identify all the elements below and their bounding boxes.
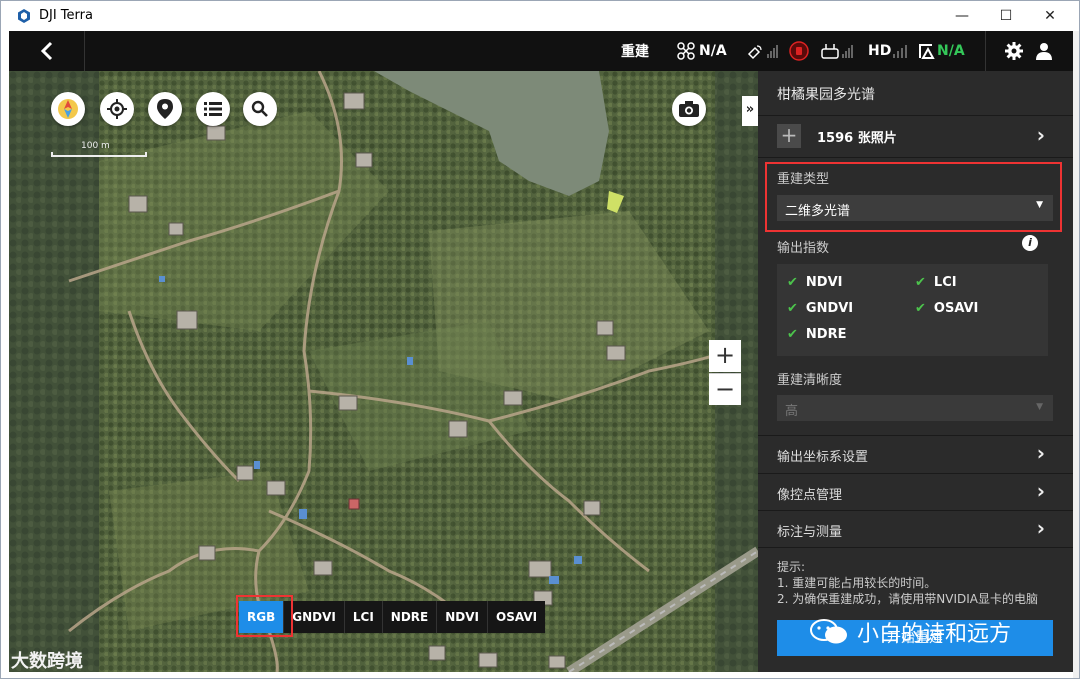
chevron-right-icon: › <box>1036 516 1045 540</box>
locate-button[interactable] <box>100 92 134 126</box>
check-icon: ✔ <box>787 301 798 316</box>
mode-lci[interactable]: LCI <box>345 601 383 633</box>
map-pin-icon <box>157 99 173 119</box>
chevron-left-icon <box>40 41 52 61</box>
recon-type-highlight-box <box>765 162 1062 232</box>
window-title: DJI Terra <box>39 8 93 23</box>
tip-line: 2. 为确保重建成功，请使用带NVIDIA显卡的电脑 <box>777 592 1038 606</box>
annotation-measure-row[interactable]: 标注与测量 › <box>758 511 1073 548</box>
drone-icon <box>677 42 695 60</box>
photo-row[interactable]: + 1596 张照片 › <box>758 115 1073 157</box>
mode-ndvi[interactable]: NDVI <box>437 601 488 633</box>
aerial-map[interactable]: 100 m » + − RGB GNDVI LCI NDRE NDVI OSAV… <box>9 71 758 672</box>
mode-ndre[interactable]: NDRE <box>383 601 438 633</box>
check-icon: ✔ <box>915 275 926 290</box>
screenshot-button[interactable] <box>672 92 706 126</box>
mode-osavi[interactable]: OSAVI <box>488 601 545 633</box>
close-button[interactable]: ✕ <box>1027 1 1073 31</box>
chevron-right-icon: › <box>1036 479 1045 503</box>
drone-status: N/A <box>699 43 727 59</box>
list-button[interactable] <box>196 92 230 126</box>
pin-button[interactable] <box>148 92 182 126</box>
satellite-signal-icon <box>747 45 778 60</box>
index-gndvi[interactable]: ✔ GNDVI <box>787 301 853 316</box>
gear-icon <box>1005 42 1023 60</box>
gcp-management-row[interactable]: 像控点管理 › <box>758 474 1073 511</box>
search-button[interactable] <box>243 92 277 126</box>
chevron-right-icon: › <box>1036 441 1045 465</box>
mode-gndvi[interactable]: GNDVI <box>284 601 345 633</box>
watermark-right: 小白的诗和远方 <box>809 616 1011 648</box>
title-bar: DJI Terra — ☐ ✕ <box>1 1 1079 31</box>
check-icon: ✔ <box>915 301 926 316</box>
back-button[interactable] <box>9 31 85 71</box>
app-toolbar: 重建 N/A HD N/A <box>9 31 1073 71</box>
collapse-panel-button[interactable]: » <box>742 96 758 126</box>
compass-button[interactable] <box>51 92 85 126</box>
outer-scrollbar[interactable] <box>1073 31 1079 678</box>
info-icon[interactable]: i <box>1022 235 1038 251</box>
output-index-label: 输出指数 <box>777 241 830 256</box>
caret-down-icon: ▼ <box>1036 402 1043 412</box>
gcp-management-label: 像控点管理 <box>777 488 843 503</box>
check-icon: ✔ <box>787 275 798 290</box>
toolbar-divider <box>985 31 986 71</box>
index-osavi[interactable]: ✔ OSAVI <box>915 301 978 316</box>
zoom-out-button[interactable]: − <box>709 373 741 405</box>
minimize-button[interactable]: — <box>939 1 985 31</box>
list-icon <box>204 102 222 116</box>
add-photos-button[interactable]: + <box>777 124 801 148</box>
compass-icon <box>58 99 78 119</box>
crosshair-icon <box>107 99 127 119</box>
hd-label: HD <box>868 43 892 59</box>
index-lci[interactable]: ✔ LCI <box>915 275 957 290</box>
definition-value: 高 <box>785 404 799 419</box>
photo-count: 1596 张照片 <box>817 131 897 146</box>
maximize-button[interactable]: ☐ <box>983 1 1029 31</box>
index-ndvi[interactable]: ✔ NDVI <box>787 275 842 290</box>
watermark-left: 大数跨境 <box>11 647 83 673</box>
user-icon <box>1036 43 1052 60</box>
remote-controller-icon <box>821 44 853 59</box>
dji-terra-logo-icon <box>18 9 30 23</box>
tips-title: 提示: <box>777 560 806 574</box>
index-list: ✔ NDVI ✔ LCI ✔ GNDVI ✔ OSAVI ✔ NDRE <box>777 264 1048 356</box>
definition-select[interactable]: 高 ▼ <box>777 395 1053 421</box>
app-window: DJI Terra — ☐ ✕ 重建 N/A HD N/A 100 m » + … <box>0 0 1080 679</box>
hd-signal-icon <box>893 45 908 58</box>
annotation-measure-label: 标注与测量 <box>777 525 843 540</box>
coordinate-settings-row[interactable]: 输出坐标系设置 › <box>758 436 1073 473</box>
camera-icon <box>679 101 699 117</box>
index-ndre[interactable]: ✔ NDRE <box>787 327 846 342</box>
definition-label: 重建清晰度 <box>777 373 843 388</box>
check-icon: ✔ <box>787 327 798 342</box>
watermark-right-text: 小白的诗和远方 <box>857 622 1012 647</box>
tip-line: 1. 重建可能占用较长的时间。 <box>777 576 937 590</box>
tips: 提示: 1. 重建可能占用较长的时间。 2. 为确保重建成功，请使用带NVIDI… <box>777 559 1053 607</box>
alert-indicator-icon <box>789 41 809 61</box>
rtk-icon <box>919 44 935 59</box>
orthophoto-image <box>9 71 758 672</box>
search-icon <box>251 100 268 117</box>
reconstruction-panel: 柑橘果园多光谱 + 1596 张照片 › 重建类型 二维多光谱 ▼ 输出指数 i… <box>758 71 1073 672</box>
chevron-right-icon: › <box>1036 123 1045 147</box>
scale-bar: 100 m <box>51 141 147 157</box>
wechat-icon <box>810 619 847 644</box>
project-title: 柑橘果园多光谱 <box>777 87 875 103</box>
scale-label: 100 m <box>81 141 110 151</box>
coordinate-settings-label: 输出坐标系设置 <box>777 450 869 465</box>
rebuild-label[interactable]: 重建 <box>621 31 649 71</box>
zoom-in-button[interactable]: + <box>709 340 741 372</box>
user-button[interactable] <box>1033 31 1055 71</box>
rc-status: N/A <box>937 43 965 59</box>
rgb-highlight-box <box>236 595 293 637</box>
settings-button[interactable] <box>1003 31 1025 71</box>
watermark-left-text: 大数跨境 <box>11 651 83 672</box>
